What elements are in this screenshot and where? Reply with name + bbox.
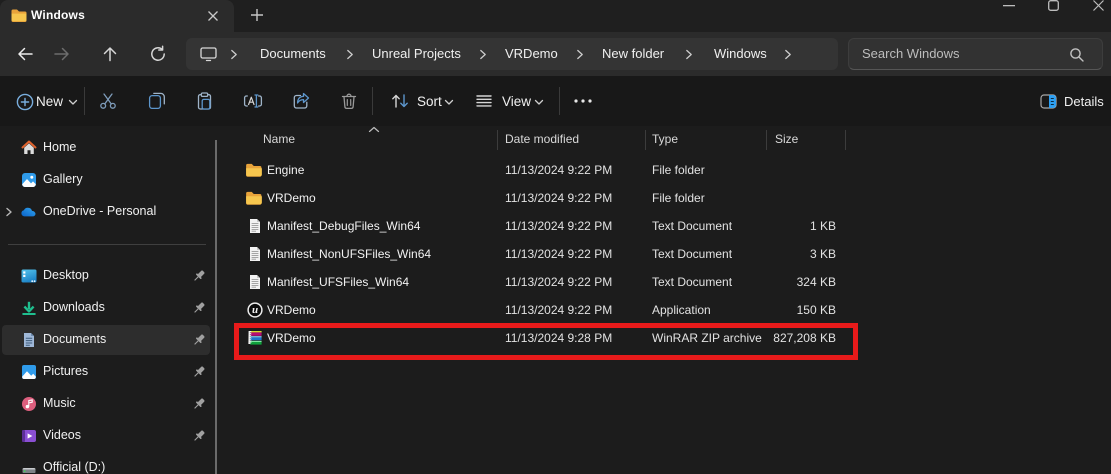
svg-text:u: u bbox=[252, 304, 258, 316]
